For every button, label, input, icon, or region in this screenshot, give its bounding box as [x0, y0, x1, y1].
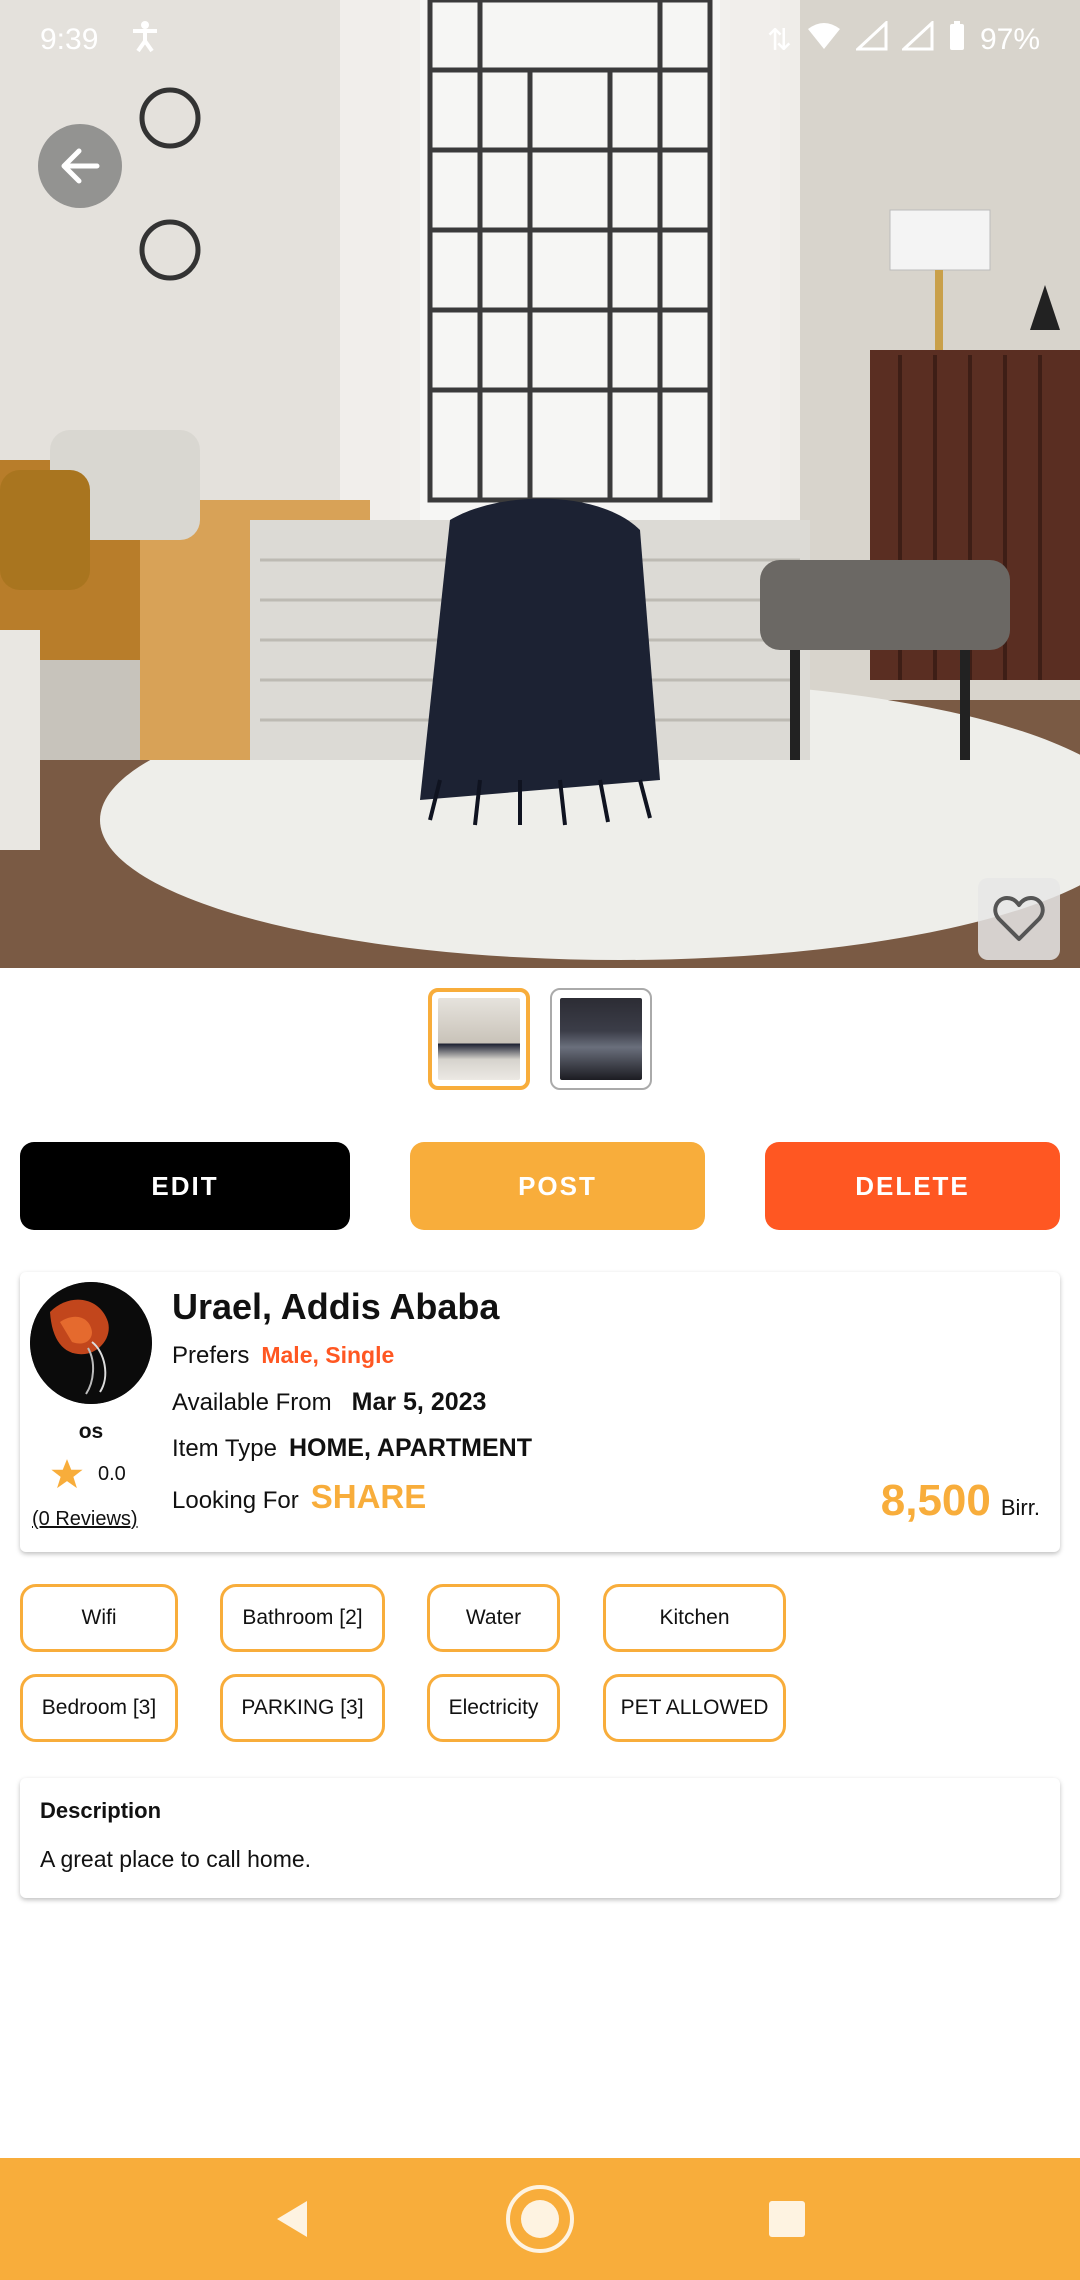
heart-icon [993, 896, 1045, 941]
thumbnail-image-2 [560, 998, 642, 1080]
available-row: Available From Mar 5, 2023 [172, 1388, 486, 1417]
item-type-row: Item Type HOME, APARTMENT [172, 1434, 532, 1463]
signal-icon-2 [900, 19, 934, 59]
listing-info-card: os 0.0 (0 Reviews) Urael, Addis Ababa Pr… [20, 1272, 1060, 1552]
avatar[interactable] [30, 1282, 152, 1404]
amenity-chip-bathroom[interactable]: Bathroom [2] [220, 1584, 385, 1652]
owner-name: os [78, 1420, 104, 1443]
prefers-value: Male, Single [261, 1342, 395, 1368]
item-type-label: Item Type [172, 1435, 277, 1462]
data-arrows-icon: ⇅ [766, 23, 792, 57]
delete-button[interactable]: DELETE [765, 1142, 1060, 1230]
accessibility-icon [128, 19, 162, 61]
description-card: Description A great place to call home. [20, 1778, 1060, 1898]
available-label: Available From [172, 1389, 332, 1416]
battery-percent: 97% [979, 23, 1040, 56]
edit-button[interactable]: EDIT [20, 1142, 350, 1230]
back-button[interactable] [38, 124, 122, 208]
amenity-chip-wifi[interactable]: Wifi [20, 1584, 178, 1652]
available-value: Mar 5, 2023 [351, 1388, 487, 1416]
description-text: A great place to call home. [40, 1846, 312, 1872]
signal-icon [854, 19, 888, 59]
nav-home-icon [505, 2185, 574, 2253]
item-type-value: HOME, APARTMENT [288, 1434, 532, 1462]
thumbnail-2[interactable] [550, 988, 652, 1090]
favorite-button[interactable] [978, 878, 1060, 960]
nav-back-icon [277, 2201, 308, 2237]
thumbnail-image-1 [438, 998, 520, 1080]
amenity-chip-bedroom[interactable]: Bedroom [3] [20, 1674, 178, 1742]
nav-back-button[interactable] [253, 2179, 333, 2259]
price-currency: Birr. [1000, 1495, 1040, 1520]
battery-icon [948, 21, 966, 59]
looking-for-label: Looking For [172, 1487, 299, 1514]
post-button[interactable]: POST [410, 1142, 705, 1230]
amenity-chip-pet-allowed[interactable]: PET ALLOWED [603, 1674, 786, 1742]
nav-recents-icon [768, 2201, 805, 2237]
thumbnail-strip [0, 988, 1080, 1090]
reviews-link[interactable]: (0 Reviews) [32, 1508, 138, 1531]
amenity-chip-water[interactable]: Water [427, 1584, 560, 1652]
description-heading: Description [40, 1798, 162, 1823]
listing-photo[interactable] [0, 0, 1080, 968]
prefers-label: Prefers [172, 1342, 250, 1369]
back-arrow-icon [61, 148, 100, 184]
nav-home-button[interactable] [500, 2179, 580, 2259]
price: 8,500 Birr. [881, 1476, 1040, 1526]
looking-for-value: SHARE [310, 1478, 427, 1515]
wifi-icon [806, 21, 842, 59]
listing-title: Urael, Addis Ababa [172, 1286, 500, 1327]
amenity-chip-kitchen[interactable]: Kitchen [603, 1584, 786, 1652]
star-icon [51, 1459, 83, 1489]
looking-for-row: Looking For SHARE [172, 1478, 426, 1516]
avatar-image [30, 1282, 152, 1404]
bedroom-photo [0, 0, 1080, 968]
thumbnail-1[interactable] [428, 988, 530, 1090]
amenity-chip-parking[interactable]: PARKING [3] [220, 1674, 385, 1742]
owner-rating: 0.0 [50, 1457, 126, 1491]
status-time: 9:39 [40, 23, 99, 56]
rating-value: 0.0 [98, 1462, 126, 1485]
nav-recents-button[interactable] [747, 2179, 827, 2259]
prefers-row: Prefers Male, Single [172, 1342, 394, 1370]
price-amount: 8,500 [880, 1476, 991, 1525]
status-bar: 9:39 ⇅ 97% [0, 0, 1080, 80]
system-nav-bar [0, 2158, 1080, 2280]
amenity-chip-electricity[interactable]: Electricity [427, 1674, 560, 1742]
